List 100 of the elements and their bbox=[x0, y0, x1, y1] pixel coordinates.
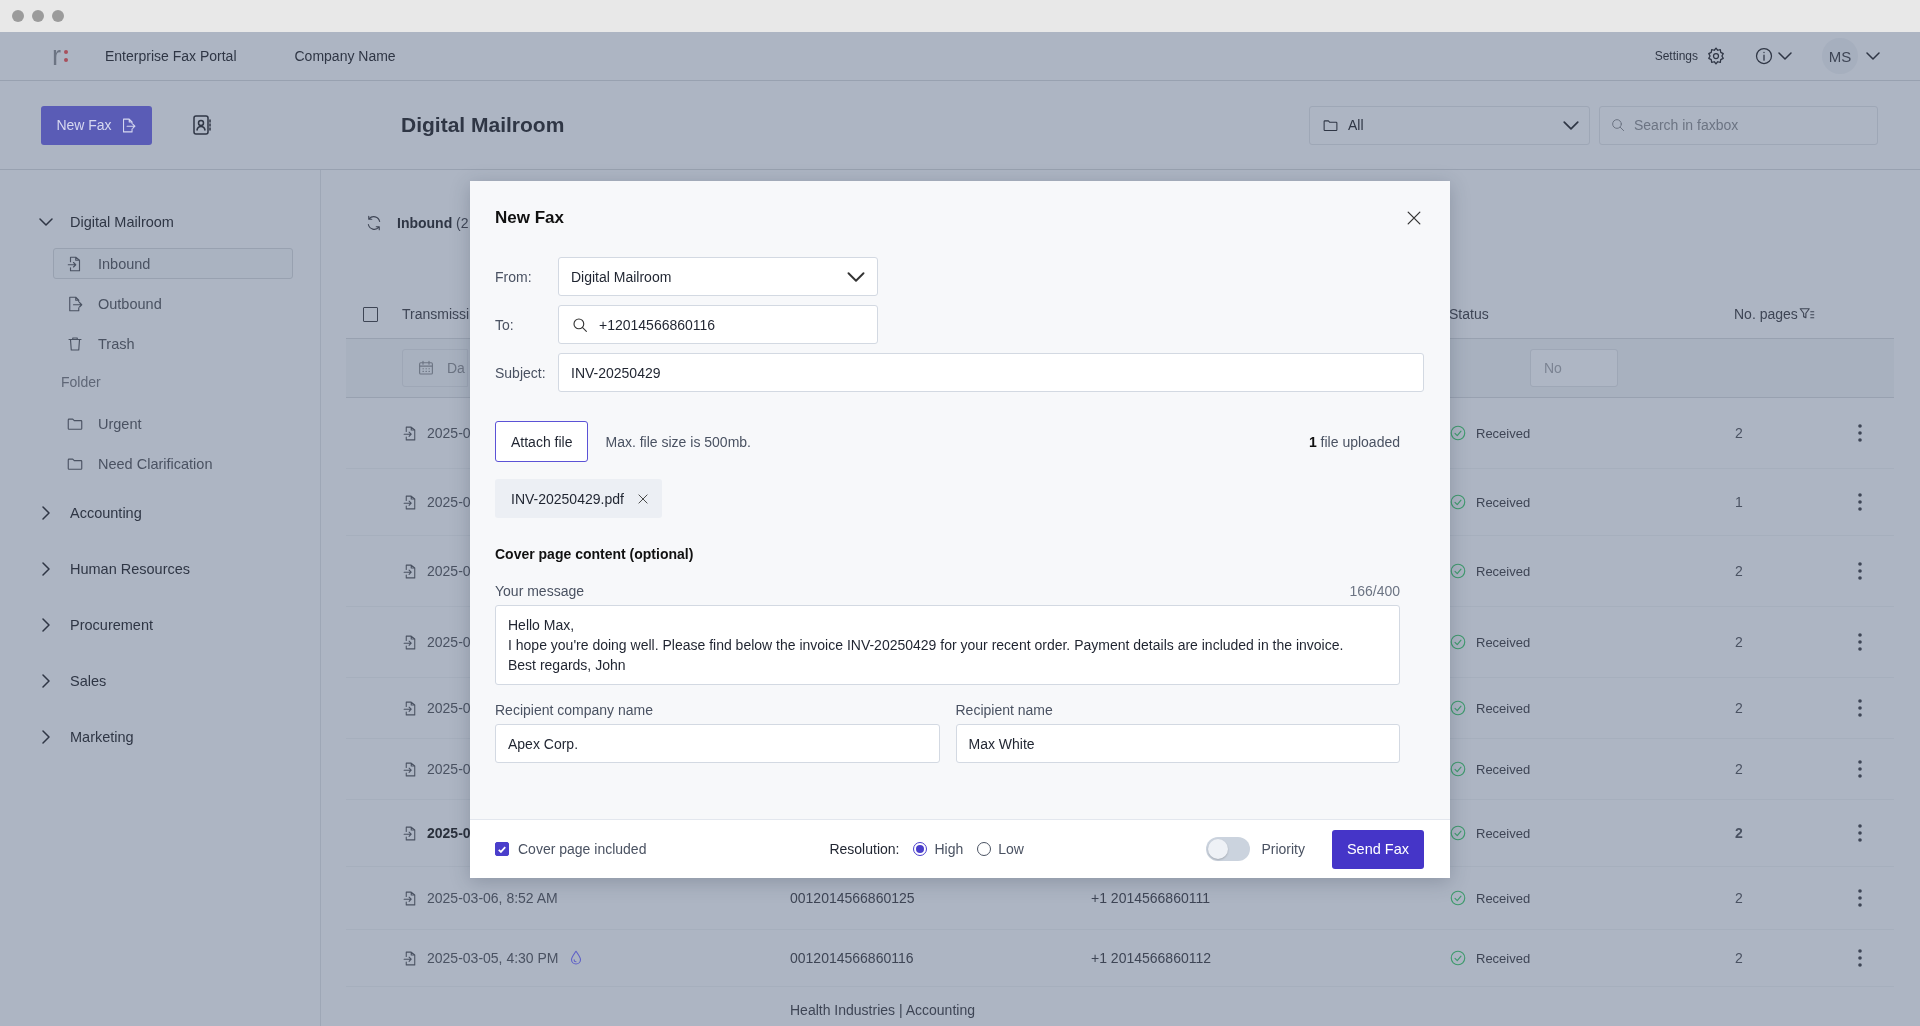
more-options-icon[interactable] bbox=[1858, 633, 1862, 651]
date-cell: 2025-0 bbox=[427, 563, 471, 579]
sidebar-item[interactable]: Urgent bbox=[53, 408, 293, 439]
remove-file-button[interactable] bbox=[635, 491, 650, 506]
upload-count: 1 file uploaded bbox=[1308, 433, 1400, 450]
more-options-icon[interactable] bbox=[1858, 562, 1862, 580]
new-fax-button[interactable]: New Fax bbox=[41, 105, 152, 145]
fax-number-cell: 0012014566860116 bbox=[790, 950, 914, 966]
field-label: Your message bbox=[495, 583, 584, 601]
field-label: From: bbox=[495, 268, 533, 285]
info-icon[interactable] bbox=[1754, 46, 1774, 66]
date-cell: 2025-0 bbox=[427, 700, 471, 716]
check-circle-icon bbox=[1449, 493, 1467, 511]
chevron-right-icon[interactable] bbox=[42, 730, 50, 744]
more-options-icon[interactable] bbox=[1858, 889, 1862, 907]
file-name: INV-20250429.pdf bbox=[511, 490, 624, 507]
chevron-down-icon[interactable] bbox=[39, 218, 53, 226]
chevron-down-icon[interactable] bbox=[1866, 52, 1880, 60]
page-title: Digital Mailroom bbox=[401, 113, 565, 137]
sidebar-group[interactable]: Digital Mailroom bbox=[70, 214, 174, 230]
company-name: Company Name bbox=[294, 48, 396, 64]
check-circle-icon bbox=[1449, 760, 1467, 778]
send-fax-button[interactable]: Send Fax bbox=[1332, 829, 1424, 869]
chevron-down-icon bbox=[847, 271, 865, 282]
more-options-icon[interactable] bbox=[1858, 493, 1862, 511]
radio-label: High bbox=[934, 841, 964, 857]
chevron-right-icon[interactable] bbox=[42, 618, 50, 632]
user-avatar[interactable]: MS bbox=[1822, 38, 1858, 74]
more-options-icon[interactable] bbox=[1858, 760, 1862, 778]
pages-cell: 2 bbox=[1734, 425, 1743, 441]
settings-icon[interactable] bbox=[1706, 46, 1726, 66]
checkmark-icon bbox=[498, 845, 506, 853]
sidebar-group[interactable]: Accounting bbox=[70, 505, 142, 521]
chevron-down-icon[interactable] bbox=[1778, 52, 1792, 60]
pages-cell: 1 bbox=[1734, 494, 1743, 510]
date-cell: 2025-0 bbox=[427, 634, 471, 650]
chevron-right-icon[interactable] bbox=[42, 562, 50, 576]
close-icon bbox=[635, 491, 650, 506]
sender-number-cell: +1 2014566860112 bbox=[1091, 950, 1212, 966]
window-control-dot[interactable] bbox=[12, 10, 24, 22]
more-options-icon[interactable] bbox=[1858, 949, 1862, 967]
sidebar-item[interactable]: Outbound bbox=[53, 288, 293, 319]
from-dropdown[interactable]: Digital Mailroom bbox=[558, 257, 878, 296]
field-label: To: bbox=[495, 316, 515, 333]
file-size-hint: Max. file size is 500mb. bbox=[605, 433, 752, 450]
check-circle-icon bbox=[1449, 699, 1467, 717]
refresh-icon[interactable] bbox=[365, 214, 383, 232]
radio-label: Low bbox=[998, 841, 1024, 857]
date-cell: 2025-0 bbox=[427, 761, 471, 777]
section-heading: Folder bbox=[61, 373, 102, 392]
checkbox[interactable] bbox=[495, 842, 509, 856]
contact-card-icon[interactable] bbox=[190, 113, 214, 137]
more-options-icon[interactable] bbox=[1858, 424, 1862, 442]
subject-field[interactable]: INV-20250429 bbox=[558, 353, 1424, 392]
pages-cell: 2 bbox=[1734, 700, 1743, 716]
search-icon bbox=[1610, 117, 1626, 133]
sender-number-cell: +1 2014566860111 bbox=[1091, 890, 1210, 906]
date-cell: 2025-0 bbox=[427, 425, 471, 441]
column-header[interactable]: Status bbox=[1449, 306, 1489, 322]
select-all-checkbox[interactable] bbox=[363, 306, 378, 322]
field-label: Subject: bbox=[495, 364, 547, 381]
sidebar-item[interactable]: Trash bbox=[53, 328, 293, 359]
calendar-icon bbox=[417, 359, 435, 377]
company-name-field[interactable]: Apex Corp. bbox=[495, 724, 940, 763]
sidebar-group[interactable]: Sales bbox=[70, 673, 107, 689]
more-options-icon[interactable] bbox=[1858, 824, 1862, 842]
check-circle-icon bbox=[1449, 562, 1467, 580]
column-header[interactable]: Transmissi bbox=[402, 306, 470, 322]
section-heading: Cover page content (optional) bbox=[495, 546, 695, 564]
sidebar-group[interactable]: Human Resources bbox=[70, 561, 191, 577]
status-cell: Received bbox=[1476, 761, 1531, 777]
status-cell: Received bbox=[1476, 494, 1531, 510]
inbox-title: Inbound (2 bbox=[397, 215, 469, 231]
recipient-name-field[interactable]: Max White bbox=[955, 724, 1400, 763]
more-options-icon[interactable] bbox=[1858, 699, 1862, 717]
sidebar-item[interactable]: Need Clarification bbox=[53, 448, 293, 479]
settings-link[interactable]: Settings bbox=[1654, 49, 1698, 63]
date-cell: 2025-0 bbox=[427, 494, 471, 510]
dialog-title: New Fax bbox=[495, 208, 564, 228]
status-cell: Received bbox=[1476, 700, 1531, 716]
message-field[interactable]: Hello Max, I hope you're doing well. Please find below the invoice INV-20250429 for your recent order. Payment details are included in the invoice. Best regards, John bbox=[495, 605, 1400, 685]
column-header[interactable]: No. pages bbox=[1734, 306, 1798, 322]
recipient-search-field[interactable]: +12014566860116 bbox=[558, 305, 878, 344]
sidebar-group[interactable]: Procurement bbox=[70, 617, 153, 633]
chevron-right-icon[interactable] bbox=[42, 674, 50, 688]
toggle-switch[interactable] bbox=[1206, 837, 1251, 861]
window-control-dot[interactable] bbox=[32, 10, 44, 22]
status-cell: Received bbox=[1476, 950, 1531, 966]
sidebar-group[interactable]: Marketing bbox=[70, 729, 134, 745]
field-label: Resolution: bbox=[829, 841, 900, 857]
window-control-dot[interactable] bbox=[52, 10, 64, 22]
sidebar-item[interactable]: Inbound bbox=[53, 248, 293, 279]
pages-cell: 2 bbox=[1734, 634, 1743, 650]
check-circle-icon bbox=[1449, 949, 1467, 967]
status-cell: Received bbox=[1476, 890, 1531, 906]
folder-dropdown[interactable]: All bbox=[1309, 105, 1590, 145]
status-cell: Received bbox=[1476, 425, 1531, 441]
chevron-right-icon[interactable] bbox=[42, 506, 50, 520]
check-circle-icon bbox=[1449, 633, 1467, 651]
attach-file-button[interactable]: Attach file bbox=[495, 421, 589, 462]
